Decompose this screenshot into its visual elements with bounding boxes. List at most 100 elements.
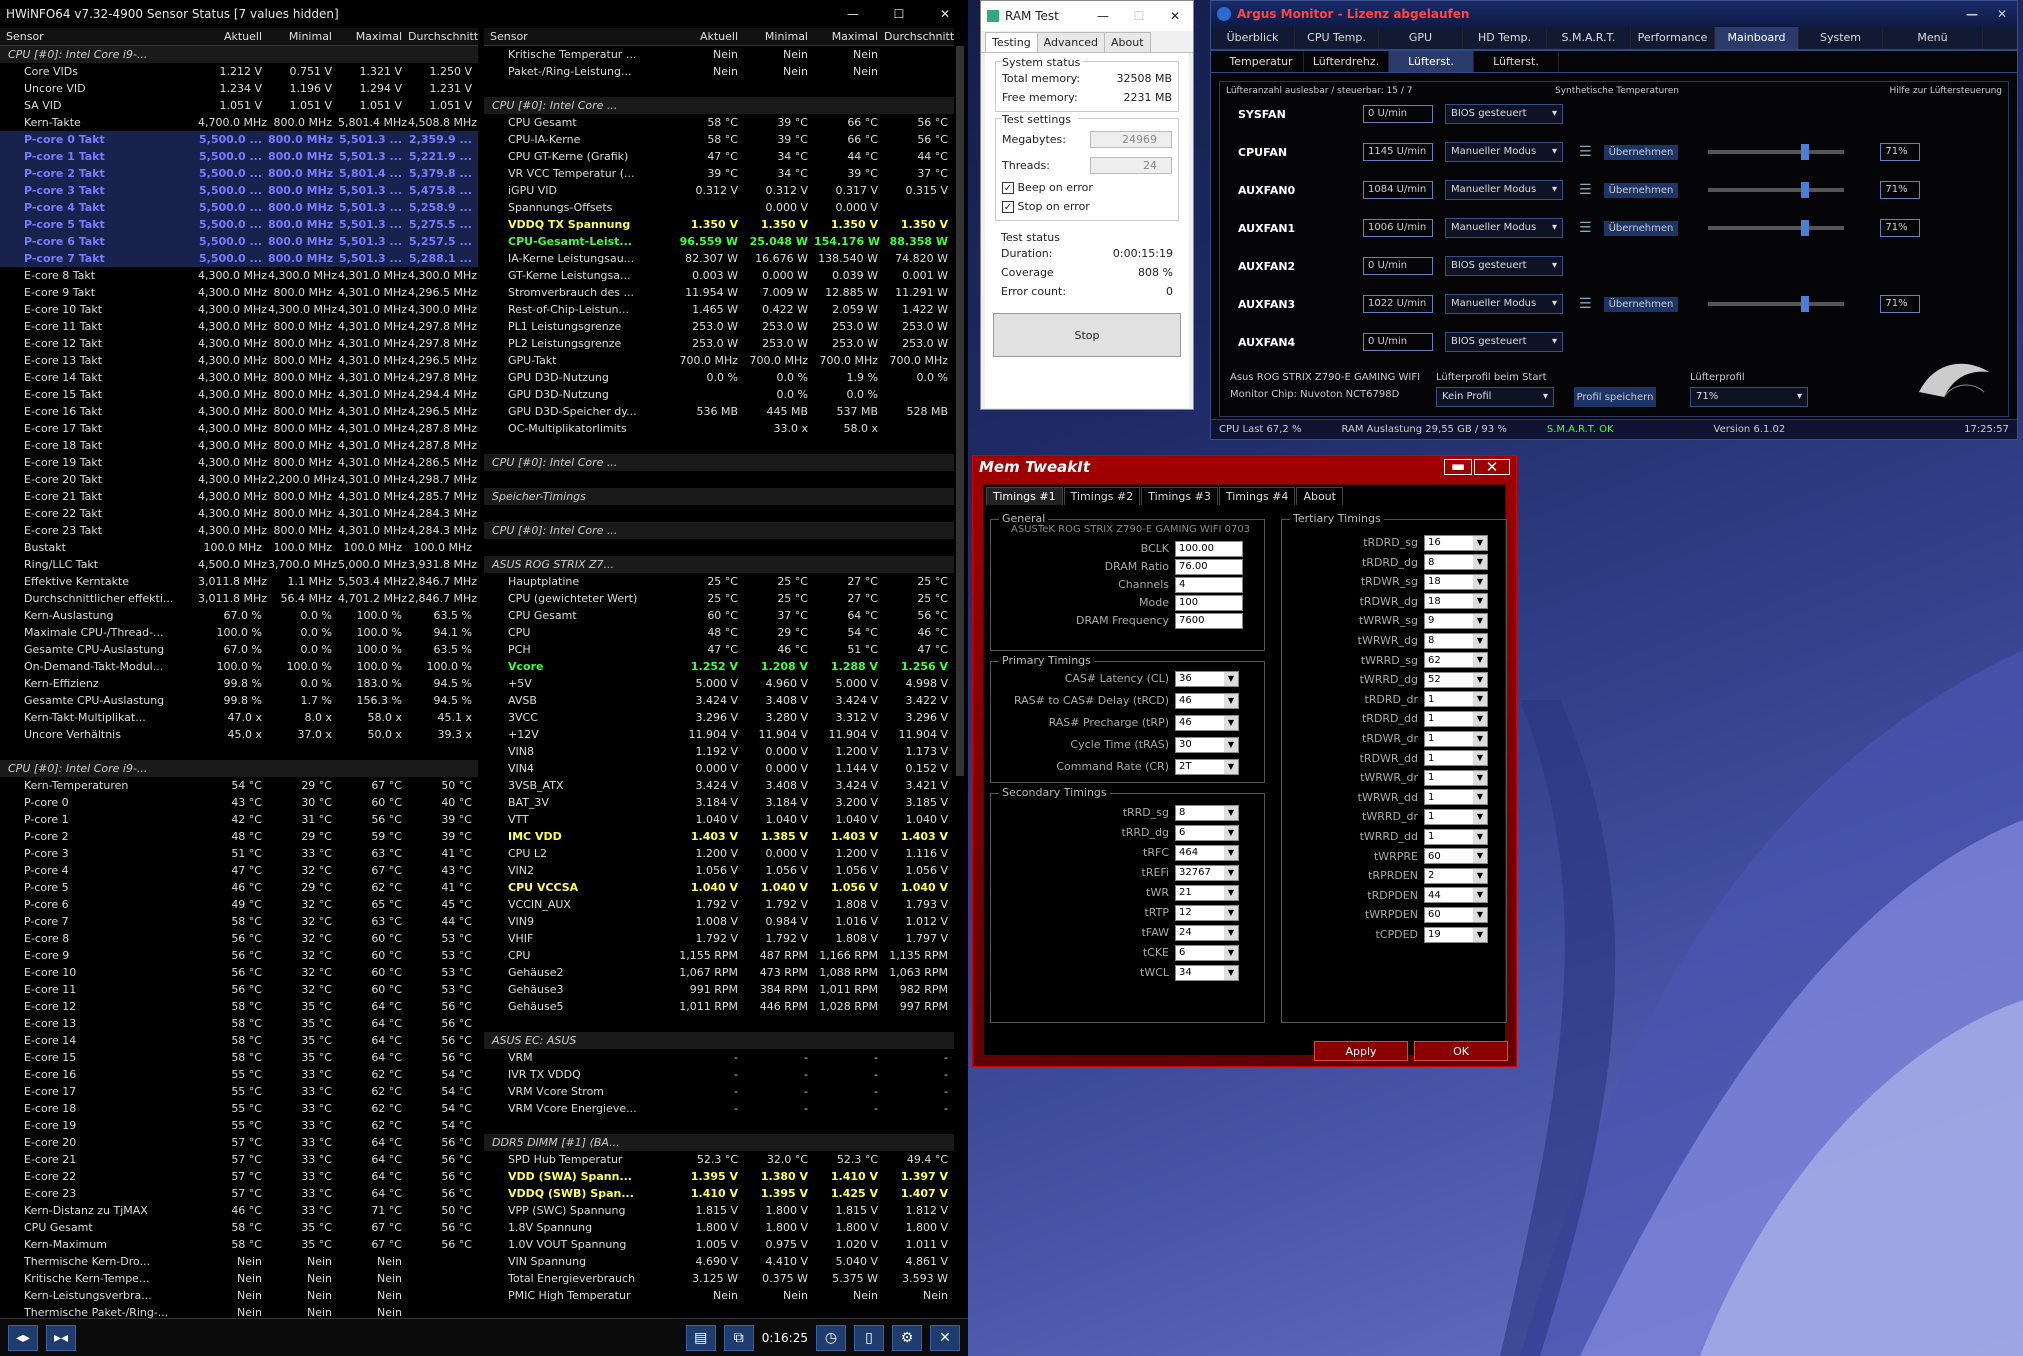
sensor-group-header[interactable]: CPU [#0]: Intel Core i9-... — [0, 46, 478, 63]
maximize-icon[interactable]: ☐ — [1121, 9, 1157, 23]
close-icon[interactable]: ✕ — [922, 7, 968, 21]
beep-checkbox[interactable]: ✓ Beep on error — [1002, 181, 1093, 194]
fan-percent[interactable]: 71% — [1880, 295, 1921, 313]
profile-start-select[interactable]: Kein Profil ▾ — [1436, 387, 1554, 407]
curve-settings-icon[interactable]: ☰ — [1579, 296, 1592, 312]
slider-knob[interactable] — [1800, 220, 1809, 236]
timing-select[interactable]: 16 ▼ — [1424, 534, 1488, 551]
timing-select[interactable]: 1 ▼ — [1424, 750, 1488, 767]
tab-timings-2[interactable]: Timings #3 — [1141, 487, 1218, 505]
apply-button[interactable]: Übernehmen — [1603, 182, 1679, 198]
tab-testing[interactable]: Testing — [985, 32, 1038, 52]
timing-select[interactable]: 2T ▼ — [1175, 758, 1239, 775]
timing-select[interactable]: 18 ▼ — [1424, 593, 1488, 610]
close-icon[interactable]: ✕ — [1474, 459, 1510, 475]
tab-timings-3[interactable]: Timings #4 — [1218, 487, 1296, 505]
ok-button[interactable]: OK — [1414, 1041, 1508, 1061]
minimize-icon[interactable]: — — [1085, 9, 1121, 23]
scrollbar[interactable] — [956, 46, 964, 776]
sensor-group-header[interactable]: CPU [#0]: Intel Core ... — [484, 97, 954, 114]
subtab-luefterdrehz[interactable]: Lüfterdrehz. — [1304, 51, 1389, 72]
apply-button[interactable]: Apply — [1314, 1041, 1408, 1061]
tab-timings-1[interactable]: Timings #2 — [1063, 487, 1141, 505]
timing-select[interactable]: 36 ▼ — [1175, 670, 1239, 687]
fan-slider[interactable] — [1708, 220, 1845, 236]
maximize-icon[interactable]: ☐ — [876, 7, 922, 21]
curve-settings-icon[interactable]: ☰ — [1579, 144, 1592, 160]
tab-timings-0[interactable]: Timings #1 — [986, 487, 1063, 505]
column-header[interactable]: Maximal — [338, 30, 408, 43]
timing-select[interactable]: 464 ▼ — [1175, 844, 1239, 861]
timing-select[interactable]: 62 ▼ — [1424, 652, 1488, 669]
sensor-group-header[interactable]: ASUS EC: ASUS — [484, 1032, 954, 1049]
report-icon[interactable]: ▤ — [685, 1324, 716, 1351]
column-header[interactable]: Durchschnitt — [408, 30, 478, 43]
sensor-group-header[interactable]: ASUS ROG STRIX Z7... — [484, 556, 954, 573]
curve-settings-icon[interactable]: ☰ — [1579, 220, 1592, 236]
fan-mode-select[interactable]: BIOS gesteuert ▾ — [1445, 332, 1563, 352]
timing-select[interactable]: 6 ▼ — [1175, 824, 1239, 841]
expand-left-icon[interactable]: ◂▸ — [8, 1324, 38, 1351]
fan-mode-select[interactable]: Manueller Modus ▾ — [1445, 294, 1563, 314]
tab-7[interactable]: System — [1799, 27, 1883, 49]
stop-button[interactable]: Stop — [993, 313, 1181, 357]
timing-select[interactable]: 60 ▼ — [1424, 848, 1488, 865]
column-header[interactable]: Minimal — [268, 30, 338, 43]
timing-select[interactable]: 1 ▼ — [1424, 710, 1488, 727]
tab-0[interactable]: Überblick — [1211, 27, 1295, 49]
timing-select[interactable]: 100.00 — [1175, 540, 1243, 557]
apply-button[interactable]: Übernehmen — [1603, 144, 1679, 160]
curve-settings-icon[interactable]: ☰ — [1579, 182, 1592, 198]
tab-timings-4[interactable]: About — [1296, 487, 1343, 505]
clock-icon[interactable]: ◷ — [816, 1324, 846, 1351]
timing-select[interactable]: 44 ▼ — [1424, 887, 1488, 904]
fan-percent[interactable]: 71% — [1880, 143, 1921, 161]
column-header[interactable]: Aktuell — [198, 30, 268, 43]
timing-select[interactable]: 46 ▼ — [1175, 692, 1239, 709]
timing-select[interactable]: 46 ▼ — [1175, 714, 1239, 731]
subtab-luefterst[interactable]: Lüfterst. — [1389, 51, 1474, 72]
timing-select[interactable]: 1 ▼ — [1424, 730, 1488, 747]
close-icon[interactable]: ✕ — [1157, 9, 1193, 23]
timing-select[interactable]: 9 ▼ — [1424, 612, 1488, 629]
subtab-temperatur[interactable]: Temperatur — [1219, 51, 1304, 72]
fan-percent[interactable]: 71% — [1880, 219, 1921, 237]
tab-6[interactable]: Mainboard — [1715, 27, 1799, 49]
timing-select[interactable]: 60 ▼ — [1424, 906, 1488, 923]
fan-mode-select[interactable]: BIOS gesteuert ▾ — [1445, 256, 1563, 276]
timing-select[interactable]: 100 — [1175, 594, 1243, 611]
timing-select[interactable]: 24 ▼ — [1175, 924, 1239, 941]
timing-select[interactable]: 4 — [1175, 576, 1243, 593]
timing-select[interactable]: 1 ▼ — [1424, 828, 1488, 845]
tab-3[interactable]: HD Temp. — [1463, 27, 1547, 49]
column-header[interactable]: Sensor — [0, 30, 198, 43]
synthetic-temps-link[interactable]: Synthetische Temperaturen — [1555, 86, 1679, 96]
minimize-icon[interactable]: — — [830, 7, 876, 21]
fan-mode-select[interactable]: Manueller Modus ▾ — [1445, 142, 1563, 162]
timing-select[interactable]: 6 ▼ — [1175, 944, 1239, 961]
timing-select[interactable]: 8 ▼ — [1175, 804, 1239, 821]
threads-input[interactable]: 24 — [1090, 156, 1172, 174]
column-header[interactable]: Maximal — [814, 30, 884, 43]
sensor-group-header[interactable]: DDR5 DIMM [#1] (BA... — [484, 1134, 954, 1151]
sensor-group-header[interactable]: CPU [#0]: Intel Core ... — [484, 454, 954, 471]
close-x-icon[interactable]: ✕ — [930, 1324, 960, 1351]
apply-button[interactable]: Übernehmen — [1603, 220, 1679, 236]
tab-8[interactable]: Menü — [1883, 27, 1983, 49]
column-header[interactable]: Sensor — [484, 30, 674, 43]
tab-2[interactable]: GPU — [1379, 27, 1463, 49]
minimize-icon[interactable]: ▬ — [1444, 459, 1472, 475]
fan-slider[interactable] — [1708, 144, 1845, 160]
timing-select[interactable]: 1 ▼ — [1424, 789, 1488, 806]
apply-button[interactable]: Übernehmen — [1603, 296, 1679, 312]
column-header[interactable]: Aktuell — [674, 30, 744, 43]
timing-select[interactable]: 8 ▼ — [1424, 554, 1488, 571]
timing-select[interactable]: 2 ▼ — [1424, 867, 1488, 884]
timing-select[interactable]: 7600 — [1175, 612, 1243, 629]
timing-select[interactable]: 30 ▼ — [1175, 736, 1239, 753]
sensor-group-header[interactable]: Speicher-Timings — [484, 488, 954, 505]
fan-help-link[interactable]: Hilfe zur Lüftersteuerung — [1890, 86, 2002, 96]
settings-gear-icon[interactable]: ⚙ — [892, 1324, 922, 1351]
slider-knob[interactable] — [1800, 296, 1809, 312]
megabytes-input[interactable]: 24969 — [1090, 130, 1172, 148]
